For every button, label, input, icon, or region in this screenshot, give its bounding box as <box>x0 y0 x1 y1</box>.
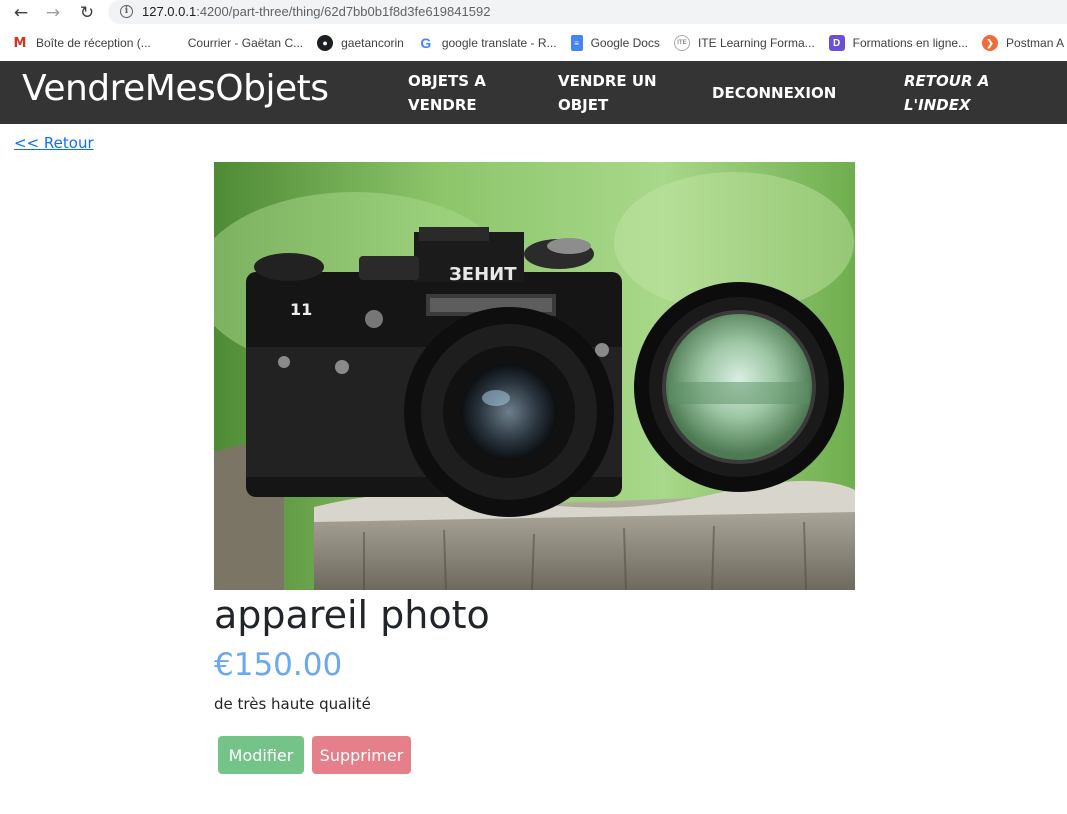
delete-button[interactable]: Supprimer <box>312 736 411 774</box>
product-image: ЗЕНИТ 11 <box>214 162 855 590</box>
nav-back-to-index[interactable]: Retour a l'index <box>904 69 1024 117</box>
site-navbar: VendreMesObjets Objets a vendre Vendre u… <box>0 61 1067 124</box>
edit-button[interactable]: Modifier <box>218 736 304 774</box>
bookmark-outlook[interactable]: Courrier - Gaëtan C... <box>165 30 317 56</box>
bookmark-label: Postman A <box>1006 36 1065 50</box>
bookmark-ite[interactable]: ITE ITE Learning Forma... <box>673 30 829 56</box>
google-docs-icon: ≡ <box>570 35 583 51</box>
product-description: de très haute qualité <box>214 695 371 713</box>
forward-arrow-icon[interactable]: → <box>42 2 64 24</box>
info-icon[interactable]: i <box>120 5 133 18</box>
google-icon: G <box>420 35 432 51</box>
bookmark-label: google translate - R... <box>441 36 557 50</box>
svg-text:11: 11 <box>290 300 312 319</box>
nav-sell-object[interactable]: Vendre un objet <box>558 69 678 117</box>
bookmark-google-translate[interactable]: G google translate - R... <box>418 30 571 56</box>
formations-icon: D <box>828 35 845 51</box>
postman-icon: ❯ <box>982 35 999 51</box>
url-path: :4200/part-three/thing/62d7bb0b1f8d3fe61… <box>196 4 491 19</box>
svg-text:ЗЕНИТ: ЗЕНИТ <box>449 264 517 285</box>
github-icon: ● <box>317 35 334 51</box>
bookmark-gmail[interactable]: M Boîte de réception (... <box>12 30 165 56</box>
bookmark-label: gaetancorin <box>341 36 404 50</box>
bookmark-google-docs[interactable]: ≡ Google Docs <box>570 30 674 56</box>
bookmark-postman[interactable]: ❯ Postman A <box>982 30 1067 56</box>
bookmark-label: Boîte de réception (... <box>36 36 151 50</box>
browser-toolbar: ← → ↻ i 127.0.0.1:4200/part-three/thing/… <box>0 0 1067 26</box>
bookmark-label: Google Docs <box>590 36 660 50</box>
back-arrow-icon[interactable]: ← <box>10 2 32 24</box>
product-title: appareil photo <box>214 593 490 637</box>
microsoft-icon <box>165 36 180 51</box>
gmail-icon: M <box>13 35 27 51</box>
nav-logout[interactable]: Deconnexion <box>712 81 852 105</box>
bookmark-formations[interactable]: D Formations en ligne... <box>828 30 982 56</box>
ite-icon: ITE <box>673 35 690 51</box>
nav-objects-for-sale[interactable]: Objets a vendre <box>408 69 528 117</box>
camera-photo-illustration: ЗЕНИТ 11 <box>214 162 855 590</box>
bookmark-label: Formations en ligne... <box>852 36 969 50</box>
product-price: €150.00 <box>214 647 343 683</box>
back-link[interactable]: << Retour <box>14 134 94 152</box>
bookmark-github[interactable]: ● gaetancorin <box>317 30 418 56</box>
brand-logo[interactable]: VendreMesObjets <box>22 68 329 109</box>
url-host: 127.0.0.1 <box>142 4 197 19</box>
reload-icon[interactable]: ↻ <box>76 2 98 24</box>
bookmarks-bar: M Boîte de réception (... Courrier - Gaë… <box>0 30 1067 56</box>
bookmark-label: Courrier - Gaëtan C... <box>187 36 304 50</box>
bookmark-label: ITE Learning Forma... <box>697 36 815 50</box>
url-text[interactable]: 127.0.0.1:4200/part-three/thing/62d7bb0b… <box>142 4 490 19</box>
address-bar[interactable]: i 127.0.0.1:4200/part-three/thing/62d7bb… <box>108 0 1067 24</box>
